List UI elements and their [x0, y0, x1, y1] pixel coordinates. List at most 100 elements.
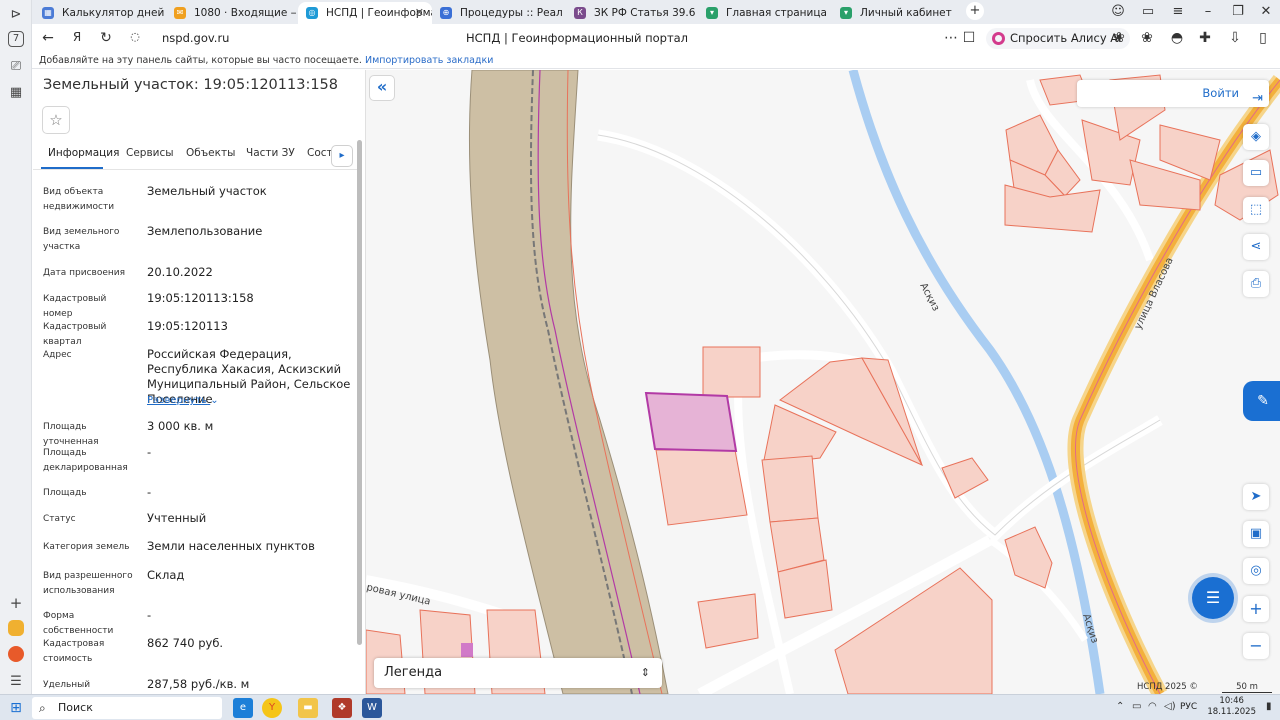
tab-cabinet[interactable]: ▾ Личный кабинет [832, 2, 962, 24]
extension-icon[interactable]: ❀ [1138, 30, 1156, 46]
expand-label: Развернуть [147, 395, 208, 406]
collapse-panel-icon[interactable]: « [369, 75, 395, 101]
taskbar-search[interactable]: ⌕ Поиск [32, 697, 222, 719]
nspd-icon: ◎ [306, 7, 318, 19]
network-icon[interactable]: ▭ [1132, 701, 1141, 712]
minimap-icon[interactable]: ▣ [1243, 521, 1269, 547]
notifications-icon[interactable]: ▮ [1266, 701, 1272, 712]
field-value: - [147, 485, 152, 499]
wifi-icon[interactable]: ◠ [1148, 701, 1157, 712]
play-icon[interactable]: ⊳ [6, 5, 26, 25]
apps-grid-icon[interactable]: ▦ [6, 83, 26, 103]
word-icon[interactable]: W [362, 698, 382, 718]
yandex-icon[interactable]: Я [68, 30, 86, 44]
yandex-browser-icon[interactable]: Y [262, 698, 282, 718]
tab-objects[interactable]: Объекты [186, 147, 235, 159]
back-icon[interactable]: ← [39, 30, 57, 46]
panel-scrollbar[interactable] [357, 140, 362, 645]
divider [33, 169, 358, 170]
alice-label: Спросить Алису AI [1010, 31, 1122, 45]
language-indicator[interactable]: РУС [1180, 702, 1197, 712]
tab-calculator[interactable]: ▦ Калькулятор дней [34, 2, 164, 24]
scale-bar: 50 m [1222, 682, 1272, 693]
app-icon[interactable]: ❖ [332, 698, 352, 718]
bookmarks-icon[interactable]: ▭ [1138, 4, 1158, 19]
favorite-star-icon[interactable]: ☆ [42, 106, 70, 134]
search-label: Поиск [58, 701, 93, 714]
field-label: Категория земель [43, 542, 130, 552]
restore-icon[interactable]: ❐ [1228, 4, 1248, 19]
tab-zk-rf[interactable]: К ЗК РФ Статья 39.6. Случа [566, 2, 696, 24]
legend-bar[interactable]: Легенда ⇕ [374, 658, 662, 688]
field-label: Площадь [43, 488, 87, 498]
location-icon[interactable]: ➤ [1243, 484, 1269, 510]
clock[interactable]: 10:46 18.11.2025 [1207, 696, 1256, 718]
field-label: Форма собственности [43, 611, 114, 636]
print-icon[interactable]: ⎙ [1243, 271, 1269, 297]
select-area-icon[interactable]: ⬚ [1243, 197, 1269, 223]
info-panel: Земельный участок: 19:05:120113:158 ☆ Ин… [33, 70, 366, 694]
profile-icon[interactable]: ☺ [1108, 4, 1128, 19]
geo-search-icon[interactable]: ◎ [1243, 558, 1269, 584]
windows-start-icon[interactable]: ⊞ [6, 698, 26, 718]
minimize-icon[interactable]: – [1198, 4, 1218, 19]
download-icon[interactable]: ⇩ [1226, 30, 1244, 46]
puzzle-icon[interactable]: ✚ [1196, 30, 1214, 46]
reload-icon[interactable]: ↻ [97, 30, 115, 46]
login-button[interactable]: Войти ⇥ [1077, 80, 1269, 107]
small-object [461, 643, 473, 657]
file-explorer-icon[interactable]: ▬ [298, 698, 318, 718]
more-icon[interactable]: ⋯ [942, 30, 960, 46]
close-tab-icon[interactable]: ✕ [415, 2, 424, 24]
tab-nspd[interactable]: ◎НСПД | Геоинформаци✕ [298, 2, 432, 24]
field-value: 20.10.2022 [147, 265, 213, 279]
feedback-icon[interactable]: ✎ [1243, 381, 1280, 421]
mail-app-icon[interactable] [8, 646, 24, 662]
tray-up-icon[interactable]: ⌃ [1116, 701, 1124, 712]
tab-services[interactable]: Сервисы [126, 147, 174, 159]
map-canvas[interactable]: улица Власова Асқиз Асқиз ровая улица [366, 70, 1280, 694]
tab-mail[interactable]: ✉ 1080 · Входящие — Янде [166, 2, 296, 24]
volume-icon[interactable]: ◁) [1164, 701, 1176, 712]
field-value: 287,58 руб./кв. м [147, 677, 250, 691]
extension-icon[interactable]: ◓ [1168, 30, 1186, 46]
extension-icon[interactable]: ❀ [1110, 30, 1128, 46]
field-value: Землепользование [147, 224, 263, 238]
taskbar: ⊞ ⌕ Поиск e Y ▬ ❖ W ⌃ ▭ ◠ ◁) РУС 10:46 18.… [0, 694, 1280, 720]
browser-sidebar: ⊳ 7 ⎚ ▦ + ☰ [0, 0, 32, 694]
tab-information[interactable]: Информация [48, 147, 119, 159]
import-bookmarks-link[interactable]: Импортировать закладки [365, 55, 493, 66]
sidebar-toggle-icon[interactable]: ▯ [1254, 30, 1272, 46]
tab-parts[interactable]: Части ЗУ [246, 147, 295, 159]
add-icon[interactable]: + [6, 593, 26, 613]
tab-count-badge[interactable]: 7 [8, 31, 24, 47]
expand-link[interactable]: Развернуть ⌄ [147, 395, 219, 406]
close-icon[interactable]: ✕ [1256, 4, 1276, 19]
chat-icon[interactable]: ☰ [1192, 577, 1234, 619]
field-label: Удельный показатель [43, 680, 91, 690]
zoom-out-icon[interactable]: − [1243, 633, 1269, 659]
tab-procedures[interactable]: ⊕ Процедуры :: Реализаци [432, 2, 562, 24]
zoom-in-icon[interactable]: + [1243, 596, 1269, 622]
tabs-next-icon[interactable]: ▸ [331, 145, 353, 167]
ruler-icon[interactable]: ▭ [1243, 160, 1269, 186]
gov-icon: ▾ [840, 7, 852, 19]
river-label: Асқиз [917, 281, 941, 313]
new-tab-icon[interactable]: + [966, 2, 984, 20]
selected-parcel[interactable] [644, 391, 738, 453]
menu-icon[interactable]: ☰ [6, 672, 26, 692]
menu-icon[interactable]: ≡ [1168, 4, 1188, 19]
alice-button[interactable]: Спросить Алису AI [986, 28, 1130, 49]
screenshot-icon[interactable]: ⎚ [6, 57, 26, 77]
share-icon[interactable]: ⋖ [1243, 234, 1269, 260]
site-info-icon[interactable]: ◌ [126, 30, 144, 43]
hand-icon[interactable] [8, 620, 24, 636]
bookmark-icon[interactable]: ☐ [960, 30, 978, 46]
layers-icon[interactable]: ◈ [1243, 124, 1269, 150]
tab-label: Процедуры :: Реализаци [460, 7, 562, 19]
url-field[interactable]: nspd.gov.ru [162, 31, 229, 45]
panel-title: Земельный участок: 19:05:120113:158 [43, 77, 339, 93]
field-label: Кадастровый номер [43, 294, 107, 319]
edge-icon[interactable]: e [233, 698, 253, 718]
tab-home[interactable]: ▾ Главная страница [698, 2, 828, 24]
